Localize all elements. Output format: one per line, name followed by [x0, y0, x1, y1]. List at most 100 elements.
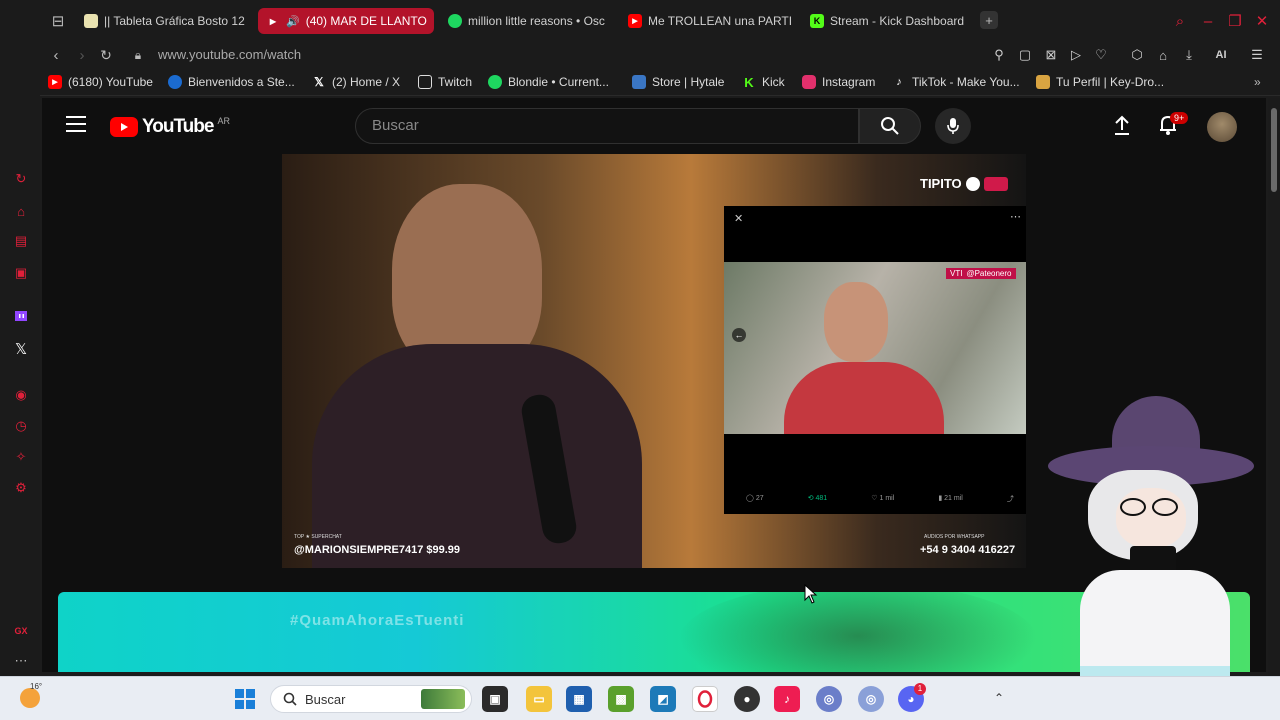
- new-tab-button[interactable]: +: [980, 11, 998, 29]
- pin-icon[interactable]: ⚲: [990, 46, 1008, 64]
- watermark-text: TIPITO: [920, 176, 962, 191]
- more-icon[interactable]: ⋯: [12, 652, 30, 670]
- app-icon-1[interactable]: ◎: [816, 686, 842, 712]
- wallet-icon[interactable]: ⌂: [1154, 46, 1172, 64]
- messenger-icon[interactable]: ▣: [12, 264, 30, 282]
- shopping-bag-icon[interactable]: ⌂: [12, 202, 30, 220]
- voice-search-button[interactable]: [935, 108, 971, 144]
- audio-playing-icon[interactable]: 🔊: [286, 15, 300, 28]
- avatar-face: [1116, 488, 1186, 548]
- forward-icon[interactable]: ›: [72, 45, 92, 65]
- heart-icon[interactable]: ♡: [1092, 46, 1110, 64]
- temperature: 16°: [30, 682, 43, 691]
- tiktok-studio-icon[interactable]: ♪: [774, 686, 800, 712]
- banner-hashtag: #QuamAhoraEsTuenti: [290, 612, 465, 629]
- tweet-overlay: ✕ ⋯ VTI @Pateonero ← ◯ 27 ⟲ 481 ♡ 1 mil …: [724, 206, 1026, 514]
- search-input[interactable]: Buscar: [355, 108, 859, 144]
- lock-icon: 🔒︎: [134, 47, 142, 62]
- like-count[interactable]: ♡ 1 mil: [871, 494, 894, 504]
- video-player[interactable]: TIPITO ✕ ⋯ VTI @Pateonero ← ◯ 27 ⟲ 481 ♡…: [282, 154, 1026, 568]
- history-icon[interactable]: ◷: [12, 417, 30, 435]
- player-icon[interactable]: ◉: [12, 386, 30, 404]
- extensions-icon[interactable]: ✧: [12, 448, 30, 466]
- bookmark-steam[interactable]: Bienvenidos a Ste...: [168, 75, 295, 89]
- news-icon[interactable]: ▤: [12, 232, 30, 250]
- opera-gx-icon[interactable]: [692, 686, 718, 712]
- task-view-icon[interactable]: ▣: [482, 686, 508, 712]
- bookmark-instagram[interactable]: Instagram: [802, 75, 875, 89]
- tweet-handle: @Pateonero: [966, 269, 1012, 278]
- download-icon[interactable]: ⤓: [1180, 46, 1198, 64]
- reload-icon[interactable]: ↻: [96, 45, 116, 65]
- bookmark-blondie[interactable]: Blondie • Current...: [488, 75, 609, 89]
- hamburger-menu-icon[interactable]: [66, 116, 86, 134]
- speed-dial-icon[interactable]: ↻: [12, 170, 30, 188]
- view-count[interactable]: ▮ 21 mil: [938, 494, 962, 504]
- minimize-icon[interactable]: –: [1198, 11, 1218, 31]
- extensions-icon[interactable]: ⬡: [1128, 46, 1146, 64]
- spotify-icon: [488, 75, 502, 89]
- tweet-video[interactable]: VTI @Pateonero: [724, 262, 1026, 434]
- weather-widget[interactable]: 16°: [20, 682, 46, 708]
- store-icon[interactable]: ▦: [566, 686, 592, 712]
- bookmark-youtube[interactable]: ▶ (6180) YouTube: [48, 75, 153, 89]
- twitch-icon[interactable]: [12, 308, 30, 326]
- ai-button[interactable]: AI: [1206, 46, 1236, 64]
- taskbar-search[interactable]: Buscar: [270, 685, 472, 713]
- tab-trollean[interactable]: ▶ Me TROLLEAN una PARTI: [620, 8, 796, 34]
- start-button[interactable]: [232, 686, 258, 712]
- tab-label: million little reasons • Osc: [468, 14, 605, 28]
- snapshot-icon[interactable]: ▢: [1016, 46, 1034, 64]
- weather-icon: [20, 688, 40, 708]
- tray-chevron-icon[interactable]: ⌃: [994, 691, 1004, 705]
- gx-label[interactable]: GX: [12, 622, 30, 640]
- steam-icon: [168, 75, 182, 89]
- glasses: [1120, 498, 1182, 516]
- back-arrow-icon[interactable]: ←: [732, 328, 746, 342]
- notification-badge: 9+: [1170, 112, 1189, 124]
- retweet-count[interactable]: ⟲ 481: [808, 494, 828, 504]
- youtube-logo[interactable]: YouTube AR: [110, 116, 230, 138]
- url-field[interactable]: www.youtube.com/watch: [158, 47, 301, 62]
- search-button[interactable]: [859, 108, 921, 144]
- search-tabs-icon[interactable]: ⌕: [1170, 11, 1190, 31]
- upload-icon[interactable]: [1112, 114, 1132, 141]
- reply-count[interactable]: ◯ 27: [746, 494, 764, 504]
- share-icon[interactable]: ⤴: [1007, 494, 1014, 504]
- more-icon[interactable]: ⋯: [1010, 210, 1021, 223]
- tab-label: || Tableta Gráfica Bosto 12: [104, 14, 245, 28]
- bookmark-hytale[interactable]: Store | Hytale: [632, 75, 724, 89]
- close-window-icon[interactable]: ✕: [1252, 11, 1272, 31]
- tab-kick[interactable]: K Stream - Kick Dashboard: [802, 8, 978, 34]
- live-badge: [983, 176, 1008, 191]
- maximize-icon[interactable]: ❐: [1225, 11, 1245, 31]
- close-icon[interactable]: ✕: [734, 212, 743, 225]
- tab-mar-de-llanto[interactable]: ▶ 🔊 (40) MAR DE LLANTO: [258, 8, 434, 34]
- obs-icon[interactable]: ●: [734, 686, 760, 712]
- scrollbar-thumb[interactable]: [1271, 108, 1277, 192]
- bookmark-kick[interactable]: K Kick: [742, 75, 784, 90]
- bookmark-x[interactable]: 𝕏 (2) Home / X: [312, 75, 400, 89]
- app-icon-2[interactable]: ◎: [858, 686, 884, 712]
- youtube-favicon-icon: ▶: [269, 16, 277, 26]
- tab-tableta[interactable]: || Tableta Gráfica Bosto 12: [76, 8, 252, 34]
- back-icon[interactable]: ‹: [46, 45, 66, 65]
- workspaces-icon[interactable]: ⊟: [48, 11, 68, 31]
- spotify-icon: [448, 14, 462, 28]
- search-icon: [283, 692, 297, 706]
- bookmark-twitch[interactable]: Twitch: [418, 75, 472, 89]
- tab-spotify[interactable]: million little reasons • Osc: [440, 8, 616, 34]
- more-bookmarks-icon[interactable]: »: [1254, 75, 1261, 89]
- file-explorer-icon[interactable]: ▭: [526, 686, 552, 712]
- send-icon[interactable]: ▷: [1067, 46, 1085, 64]
- bookmark-keydrop[interactable]: Tu Perfil | Key-Dro...: [1036, 75, 1164, 89]
- adblock-icon[interactable]: ⊠: [1042, 46, 1060, 64]
- photos-icon[interactable]: ◩: [650, 686, 676, 712]
- bookmark-label: TikTok - Make You...: [912, 75, 1020, 89]
- bookmark-tiktok[interactable]: ♪ TikTok - Make You...: [892, 75, 1020, 89]
- settings-icon[interactable]: ⚙: [12, 479, 30, 497]
- minecraft-icon[interactable]: ▩: [608, 686, 634, 712]
- x-icon[interactable]: 𝕏: [12, 340, 30, 358]
- avatar[interactable]: [1207, 112, 1237, 142]
- menu-icon[interactable]: ☰: [1248, 46, 1266, 64]
